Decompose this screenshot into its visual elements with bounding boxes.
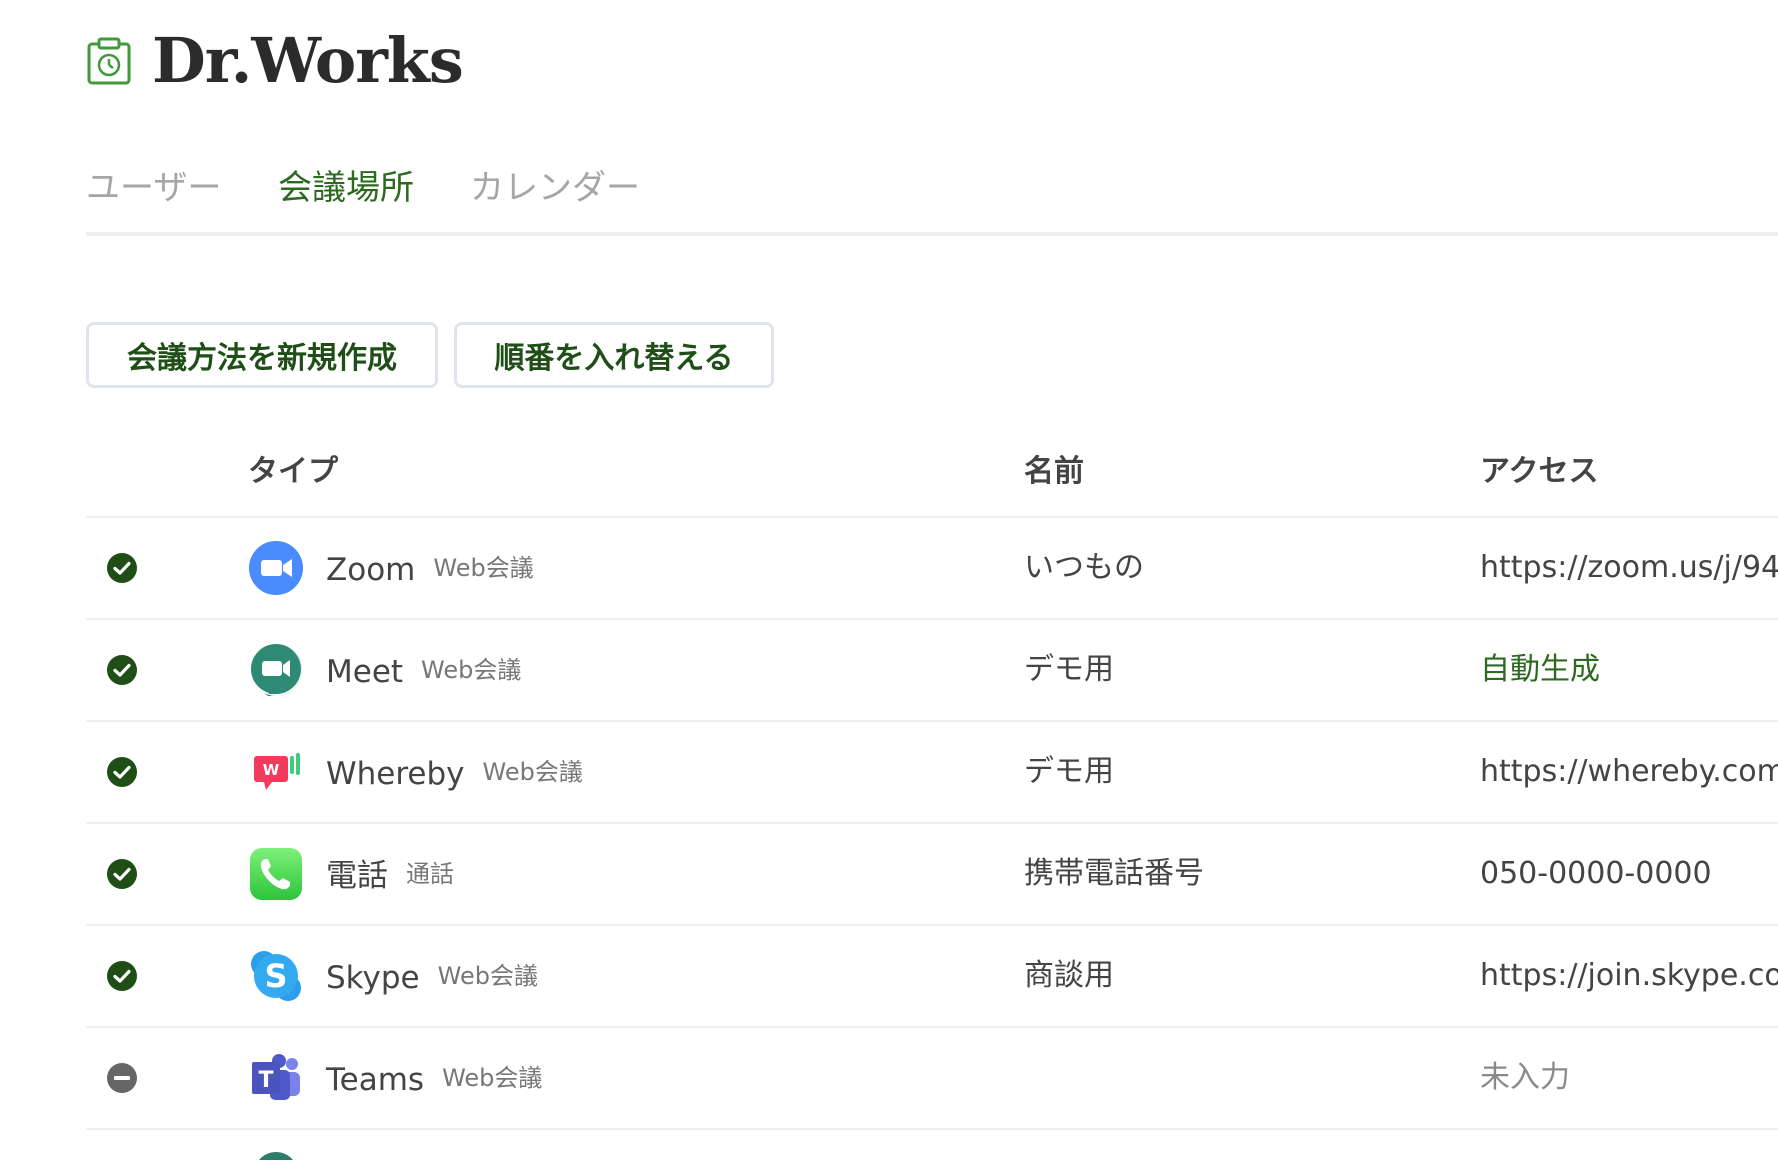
main-tabs: ユーザー 会議場所 カレンダー [86,158,1778,236]
tab-users[interactable]: ユーザー [86,164,221,212]
table-row[interactable]: W Whereby Web会議 デモ用 https://whereby.com/ [86,722,1778,824]
table-row[interactable]: S Skype Web会議 商談用 https://join.skype.com [86,926,1778,1028]
whereby-icon: W [254,753,300,790]
row-type: 電話 通話 [326,850,454,900]
check-circle-icon[interactable] [106,756,138,788]
table-row[interactable]: Zoom Web会議 いつもの https://zoom.us/j/944 [86,518,1778,620]
svg-text:T: T [258,1068,273,1093]
app-logo[interactable]: Dr.Works [86,24,464,97]
check-circle-icon[interactable] [106,552,138,584]
row-kind: Web会議 [433,554,534,582]
row-kind: Web会議 [482,758,583,786]
meeting-methods-table: Zoom Web会議 いつもの https://zoom.us/j/944 Mee… [86,518,1778,1160]
meet-icon [251,643,303,696]
row-type-label: Skype [326,960,420,996]
row-type-label: Meet [326,654,404,690]
row-type: Skype Web会議 [326,952,538,1002]
row-name: いつもの [1024,550,1144,585]
row-access[interactable]: 未入力 [1480,1054,1570,1102]
check-circle-icon[interactable] [106,960,138,992]
row-type: Meet Web会議 [326,646,521,696]
row-kind: Web会議 [442,1064,543,1092]
svg-text:S: S [264,957,287,995]
row-type-label: Zoom [326,552,416,588]
zoom-icon [249,541,303,595]
table-header: タイプ 名前 アクセス [86,440,1778,518]
page: Dr.Works ユーザー 会議場所 カレンダー 会議方法を新規作成 順番を入れ… [0,0,1778,1160]
row-kind: Web会議 [437,962,538,990]
column-header-access: アクセス [1480,454,1599,489]
row-type: Whereby Web会議 [326,748,583,798]
tab-calendar[interactable]: カレンダー [470,164,640,212]
reorder-button[interactable]: 順番を入れ替える [454,322,774,388]
check-circle-icon[interactable] [106,654,138,686]
row-access[interactable]: https://zoom.us/j/944 [1480,544,1778,592]
skype-icon: S [251,951,301,1001]
teams-icon: T [252,1054,300,1100]
phone-icon [250,848,302,900]
table-row-partial[interactable] [86,1130,1778,1160]
app-title: Dr.Works [152,24,464,97]
row-kind: Web会議 [421,656,522,684]
clipboard-clock-icon [87,37,131,85]
row-type-label: Whereby [326,756,465,792]
row-kind: 通話 [406,860,454,888]
table-row[interactable]: Meet Web会議 デモ用 自動生成 [86,620,1778,722]
column-header-type: タイプ [248,454,338,489]
row-access[interactable]: 050-0000-0000 [1480,850,1712,898]
row-name: 携帯電話番号 [1024,856,1204,891]
check-circle-icon[interactable] [106,858,138,890]
row-type-label: Teams [326,1062,425,1098]
tab-meeting-places[interactable]: 会議場所 [278,164,414,212]
row-name: デモ用 [1024,652,1114,687]
row-name: 商談用 [1024,958,1114,993]
row-name: デモ用 [1024,754,1114,789]
row-type-label: 電話 [326,858,388,894]
app-icon [254,1152,298,1160]
table-row[interactable]: 電話 通話 携帯電話番号 050-0000-0000 [86,824,1778,926]
row-access[interactable]: https://join.skype.com [1480,952,1778,1000]
row-access[interactable]: 自動生成 [1480,646,1600,694]
row-type: Zoom Web会議 [326,544,534,594]
table-row[interactable]: T Teams Web会議 未入力 [86,1028,1778,1130]
column-header-name: 名前 [1024,454,1084,489]
row-type: Teams Web会議 [326,1054,542,1104]
svg-text:W: W [263,761,280,779]
row-access[interactable]: https://whereby.com/ [1480,748,1778,796]
minus-circle-icon[interactable] [106,1062,138,1094]
create-meeting-method-button[interactable]: 会議方法を新規作成 [86,322,438,388]
